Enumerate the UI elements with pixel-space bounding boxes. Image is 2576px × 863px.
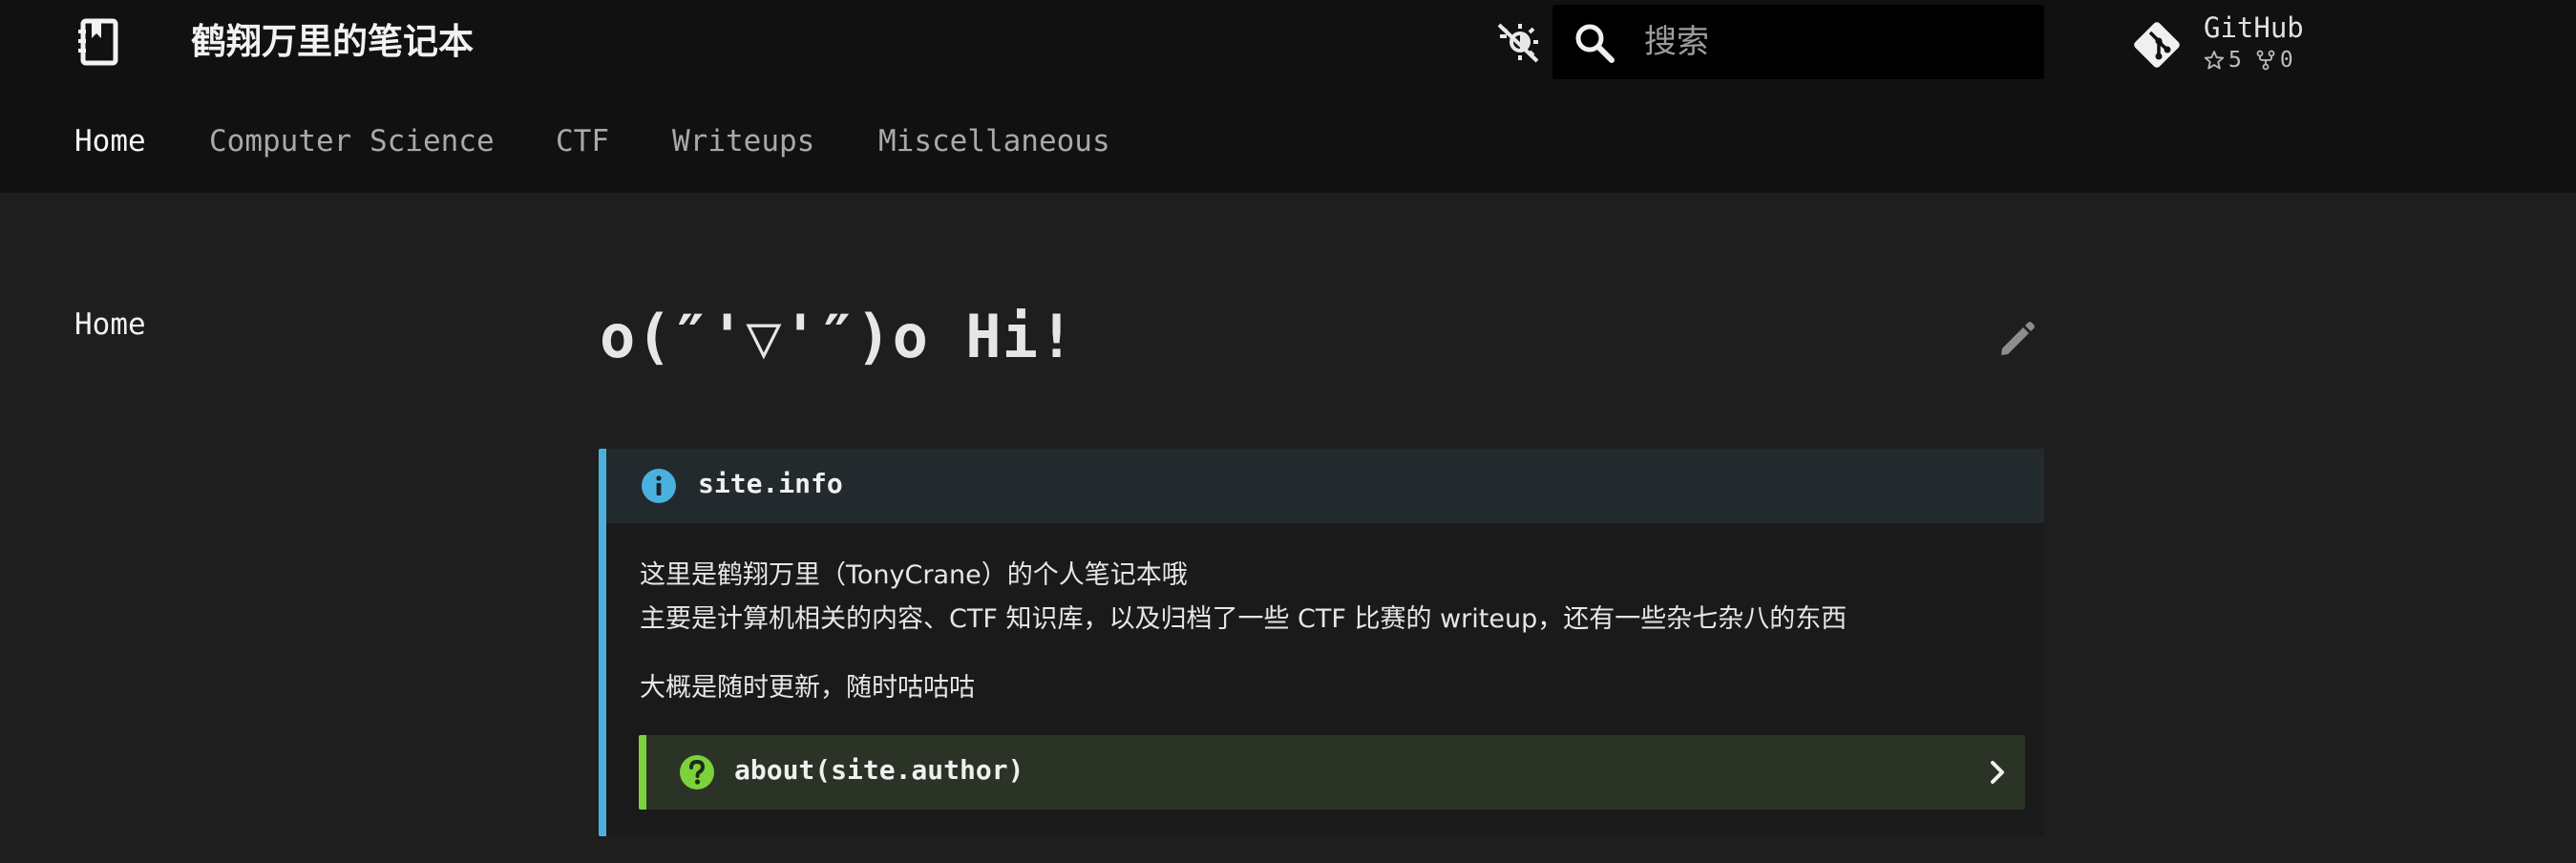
search-input[interactable] <box>1644 5 2026 79</box>
tab-home[interactable]: Home <box>74 124 146 158</box>
tab-writeups[interactable]: Writeups <box>672 124 814 158</box>
forks-count: 0 <box>2279 48 2293 73</box>
info-admonition-header: site.info <box>606 449 2044 523</box>
fork-icon <box>2256 50 2275 71</box>
question-admonition[interactable]: about(site.author) <box>639 735 2025 810</box>
repo-forks: 0 <box>2255 48 2293 73</box>
tab-computer-science[interactable]: Computer Science <box>209 124 495 158</box>
search-box[interactable] <box>1552 5 2044 79</box>
sidebar-item-home[interactable]: Home <box>74 307 146 342</box>
tab-miscellaneous[interactable]: Miscellaneous <box>878 124 1110 158</box>
info-admonition-title: site.info <box>698 468 843 499</box>
info-icon <box>642 469 676 503</box>
theme-toggle-icon[interactable] <box>1489 13 1547 71</box>
header: 鹤翔万里的笔记本 G <box>0 0 2576 84</box>
chevron-right-icon[interactable] <box>1981 756 2014 789</box>
info-line: 主要是计算机相关的内容、CTF 知识库，以及归档了一些 CTF 比赛的 writ… <box>640 604 1848 634</box>
info-line: 这里是鹤翔万里（TonyCrane）的个人笔记本哦 <box>640 560 1188 590</box>
stars-count: 5 <box>2228 48 2242 73</box>
star-icon <box>2204 51 2225 70</box>
info-admonition: site.info 这里是鹤翔万里（TonyCrane）的个人笔记本哦 主要是计… <box>599 449 2044 836</box>
question-icon <box>680 755 714 789</box>
search-icon[interactable] <box>1573 22 1615 64</box>
site-title[interactable]: 鹤翔万里的笔记本 <box>191 17 474 67</box>
notebook-icon[interactable] <box>73 15 126 69</box>
repo-link[interactable]: GitHub 5 0 <box>2125 6 2345 82</box>
nav-tabs: Home Computer Science CTF Writeups Misce… <box>0 84 2576 193</box>
question-admonition-title: about(site.author) <box>734 754 1024 786</box>
git-icon <box>2134 22 2180 68</box>
page-title: o(″'▽'″)o Hi! <box>600 302 1076 371</box>
repo-stars: 5 <box>2204 48 2242 73</box>
repo-facts: 5 0 <box>2204 48 2307 73</box>
info-line: 大概是随时更新，随时咕咕咕 <box>640 673 975 703</box>
pencil-icon[interactable] <box>1994 315 2041 363</box>
repo-name: GitHub <box>2204 11 2304 44</box>
tab-ctf[interactable]: CTF <box>556 124 609 158</box>
